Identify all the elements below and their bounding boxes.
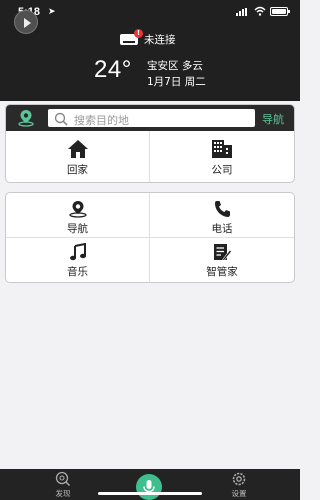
location-arrow-icon: ➤ <box>48 7 56 17</box>
quick-home-label: 回家 <box>67 164 88 176</box>
home-indicator[interactable] <box>98 492 202 495</box>
voice-button[interactable] <box>136 474 162 500</box>
search-bar: 搜索目的地 导航 <box>6 105 294 131</box>
tab-settings[interactable]: 设置 <box>224 471 254 499</box>
wifi-icon <box>254 6 266 16</box>
search-icon <box>54 112 68 126</box>
function-phone[interactable]: 电话 <box>150 200 294 236</box>
home-icon <box>67 140 88 158</box>
header: 5:18 ➤ ! 未连接 24° 宝安区 多云 1月7日 周二 <box>0 0 300 101</box>
connection-status[interactable]: ! 未连接 <box>120 28 176 47</box>
search-placeholder: 搜索目的地 <box>74 114 129 127</box>
function-navigation[interactable]: 导航 <box>6 200 149 236</box>
status-bar: 5:18 ➤ <box>0 0 300 22</box>
function-smart-butler[interactable]: 智管家 <box>150 243 294 279</box>
weather-location: 宝安区 多云 <box>147 60 203 72</box>
function-phone-label: 电话 <box>211 223 233 235</box>
function-smart-butler-label: 智管家 <box>206 266 238 278</box>
edit-note-icon <box>214 244 232 261</box>
function-music[interactable]: 音乐 <box>6 243 149 279</box>
tab-settings-label: 设置 <box>231 489 247 498</box>
device-icon: ! <box>120 28 143 45</box>
office-building-icon <box>212 140 232 158</box>
tab-discover-label: 发现 <box>55 489 71 498</box>
navigate-button[interactable]: 导航 <box>262 111 284 127</box>
search-card: 搜索目的地 导航 回家 公司 <box>6 105 294 182</box>
weather-date: 1月7日 周二 <box>147 76 206 88</box>
quick-office[interactable]: 公司 <box>150 139 294 177</box>
connection-label: 未连接 <box>144 33 176 46</box>
music-note-icon <box>69 243 86 261</box>
function-navigation-label: 导航 <box>67 223 88 235</box>
battery-icon <box>270 7 290 16</box>
temperature: 24° <box>94 56 132 83</box>
quick-office-label: 公司 <box>211 164 233 176</box>
microphone-icon <box>143 480 155 494</box>
my-location-icon[interactable] <box>17 109 35 127</box>
divider <box>6 237 294 238</box>
phone-icon <box>215 201 230 217</box>
alert-badge: ! <box>134 28 143 38</box>
play-back-button[interactable] <box>14 10 38 34</box>
quick-home[interactable]: 回家 <box>6 139 149 177</box>
tab-discover[interactable]: 发现 <box>48 471 78 499</box>
gear-icon <box>232 472 246 486</box>
discover-icon <box>55 471 70 486</box>
navigation-pin-icon <box>68 201 87 218</box>
function-grid: 导航 电话 音乐 智管家 <box>6 193 294 282</box>
function-music-label: 音乐 <box>67 266 88 278</box>
signal-icon <box>236 8 250 16</box>
